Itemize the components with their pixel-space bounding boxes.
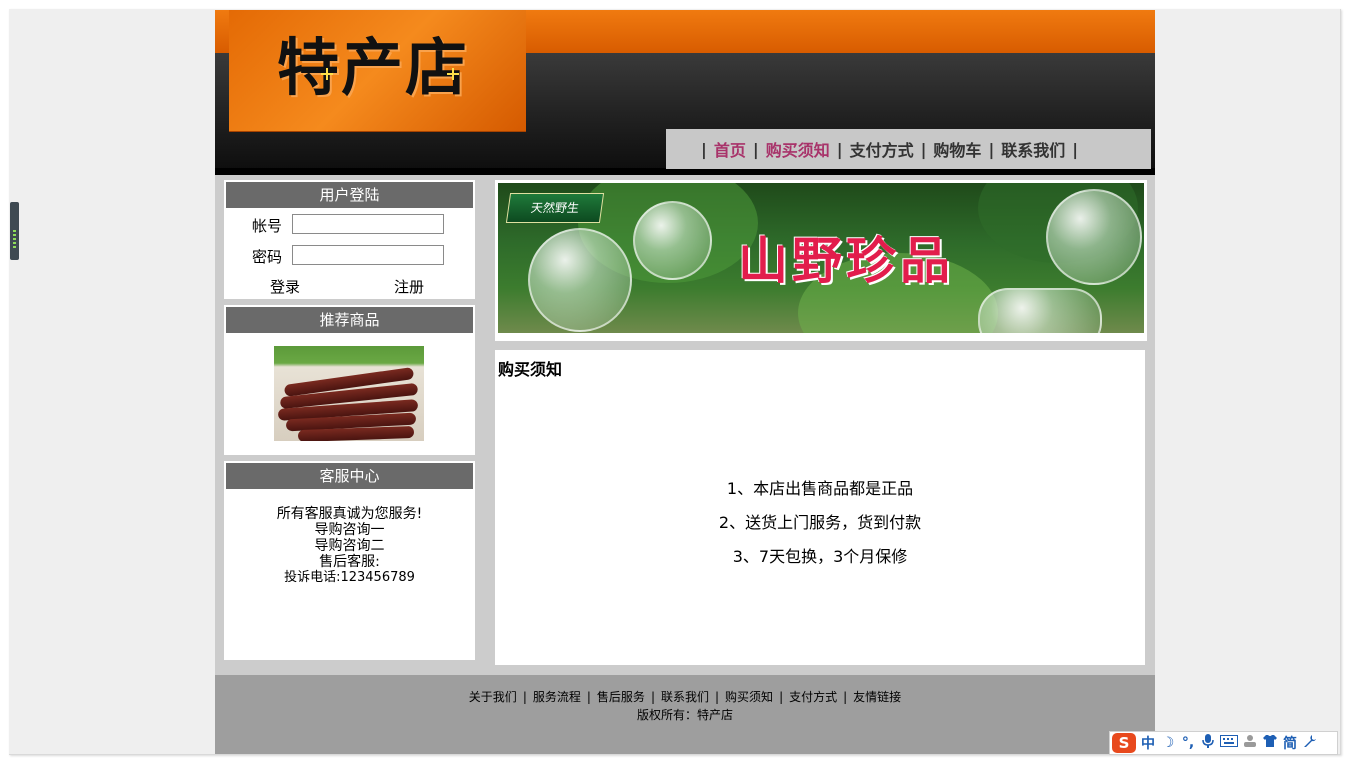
moon-icon[interactable]: ☽ [1160,735,1176,751]
ime-toolbar: S 中 ☽ °, 简 [1109,731,1338,755]
ime-script-toggle[interactable]: 简 [1282,733,1298,753]
footer-link-aftersales[interactable]: 售后服务 [597,690,645,704]
password-label: 密码 [252,248,283,266]
complaint-phone: 投诉电话:123456789 [284,570,415,585]
wrench-icon[interactable] [1302,734,1318,752]
site-footer: 关于我们 | 服务流程 | 售后服务 | 联系我们 | 购买须知 | 支付方式 | 友情链接 版权所有：… [215,675,1155,754]
recommend-panel: 推荐商品 [224,305,475,455]
main-nav: | 首页 | 购买须知 | 支付方式 | 购物车 | 联系我们 | [666,129,1151,169]
account-label: 帐号 [252,217,283,235]
recommended-product-image[interactable] [274,346,424,441]
logo-text: 特产店 [277,31,470,104]
notice-line: 1、本店出售商品都是正品 [726,479,914,498]
service-line: 所有客服真诚为您服务! [276,506,423,522]
footer-link-friends[interactable]: 友情链接 [853,690,901,704]
side-panel-handle[interactable] [10,202,19,260]
nav-purchase-notice[interactable]: 购买须知 [766,137,830,161]
shirt-icon[interactable] [1262,734,1278,752]
service-line: 售后客服: [319,554,380,570]
footer-links: 关于我们 | 服务流程 | 售后服务 | 联系我们 | 购买须知 | 支付方式 | 友情链接 [468,690,902,704]
user-icon[interactable] [1242,734,1258,752]
footer-link-notice[interactable]: 购买须知 [725,690,773,704]
recommend-title: 推荐商品 [226,307,473,333]
footer-link-contact[interactable]: 联系我们 [661,690,709,704]
banner-image[interactable]: 天然野生 山野珍品 [498,183,1144,333]
ime-logo-icon[interactable]: S [1112,733,1136,753]
footer-link-about[interactable]: 关于我们 [469,690,517,704]
login-panel: 用户登陆 帐号 密码 登录 注册 [224,180,475,299]
service-title: 客服中心 [226,463,473,489]
banner-tag: 天然野生 [505,193,605,223]
ime-mode-toggle[interactable]: 中 [1140,733,1156,753]
service-line: 导购咨询一 [314,522,385,538]
nav-payment[interactable]: 支付方式 [850,137,914,161]
register-button[interactable]: 注册 [394,276,424,297]
sparkle-icon [321,68,333,80]
login-button[interactable]: 登录 [270,276,300,297]
footer-link-process[interactable]: 服务流程 [533,690,581,704]
site-header: 特产店 | 首页 | 购买须知 | 支付方式 | 购物车 | 联系我们 | [215,10,1155,175]
banner-panel: 天然野生 山野珍品 [495,180,1147,341]
banner-slogan: 山野珍品 [738,231,954,290]
nav-contact[interactable]: 联系我们 [1001,137,1065,161]
password-input[interactable] [292,245,444,265]
service-line: 导购咨询二 [314,538,385,554]
nav-home[interactable]: 首页 [714,137,746,161]
nav-cart[interactable]: 购物车 [933,137,981,161]
service-panel: 客服中心 所有客服真诚为您服务! 导购咨询一 导购咨询二 售后客服: 投诉电话:… [224,461,475,660]
service-info: 所有客服真诚为您服务! 导购咨询一 导购咨询二 售后客服: 投诉电话:12345… [224,506,475,586]
site-logo[interactable]: 特产店 [229,10,526,132]
notice-line: 3、7天包换，3个月保修 [732,547,908,566]
content-panel: 购买须知 1、本店出售商品都是正品 2、送货上门服务，货到付款 3、7天包换，3… [495,350,1145,665]
login-title: 用户登陆 [226,182,473,208]
footer-link-payment[interactable]: 支付方式 [789,690,837,704]
account-input[interactable] [292,214,444,234]
notice-line: 2、送货上门服务，货到付款 [718,513,922,532]
sparkle-icon [447,68,459,80]
copyright: 版权所有：特产店 [636,708,733,722]
page-container: 特产店 | 首页 | 购买须知 | 支付方式 | 购物车 | 联系我们 | 用户… [215,10,1155,754]
mic-icon[interactable] [1200,733,1216,753]
punctuation-icon[interactable]: °, [1180,735,1196,751]
keyboard-icon[interactable] [1220,735,1238,751]
content-title: 购买须知 [498,360,563,379]
